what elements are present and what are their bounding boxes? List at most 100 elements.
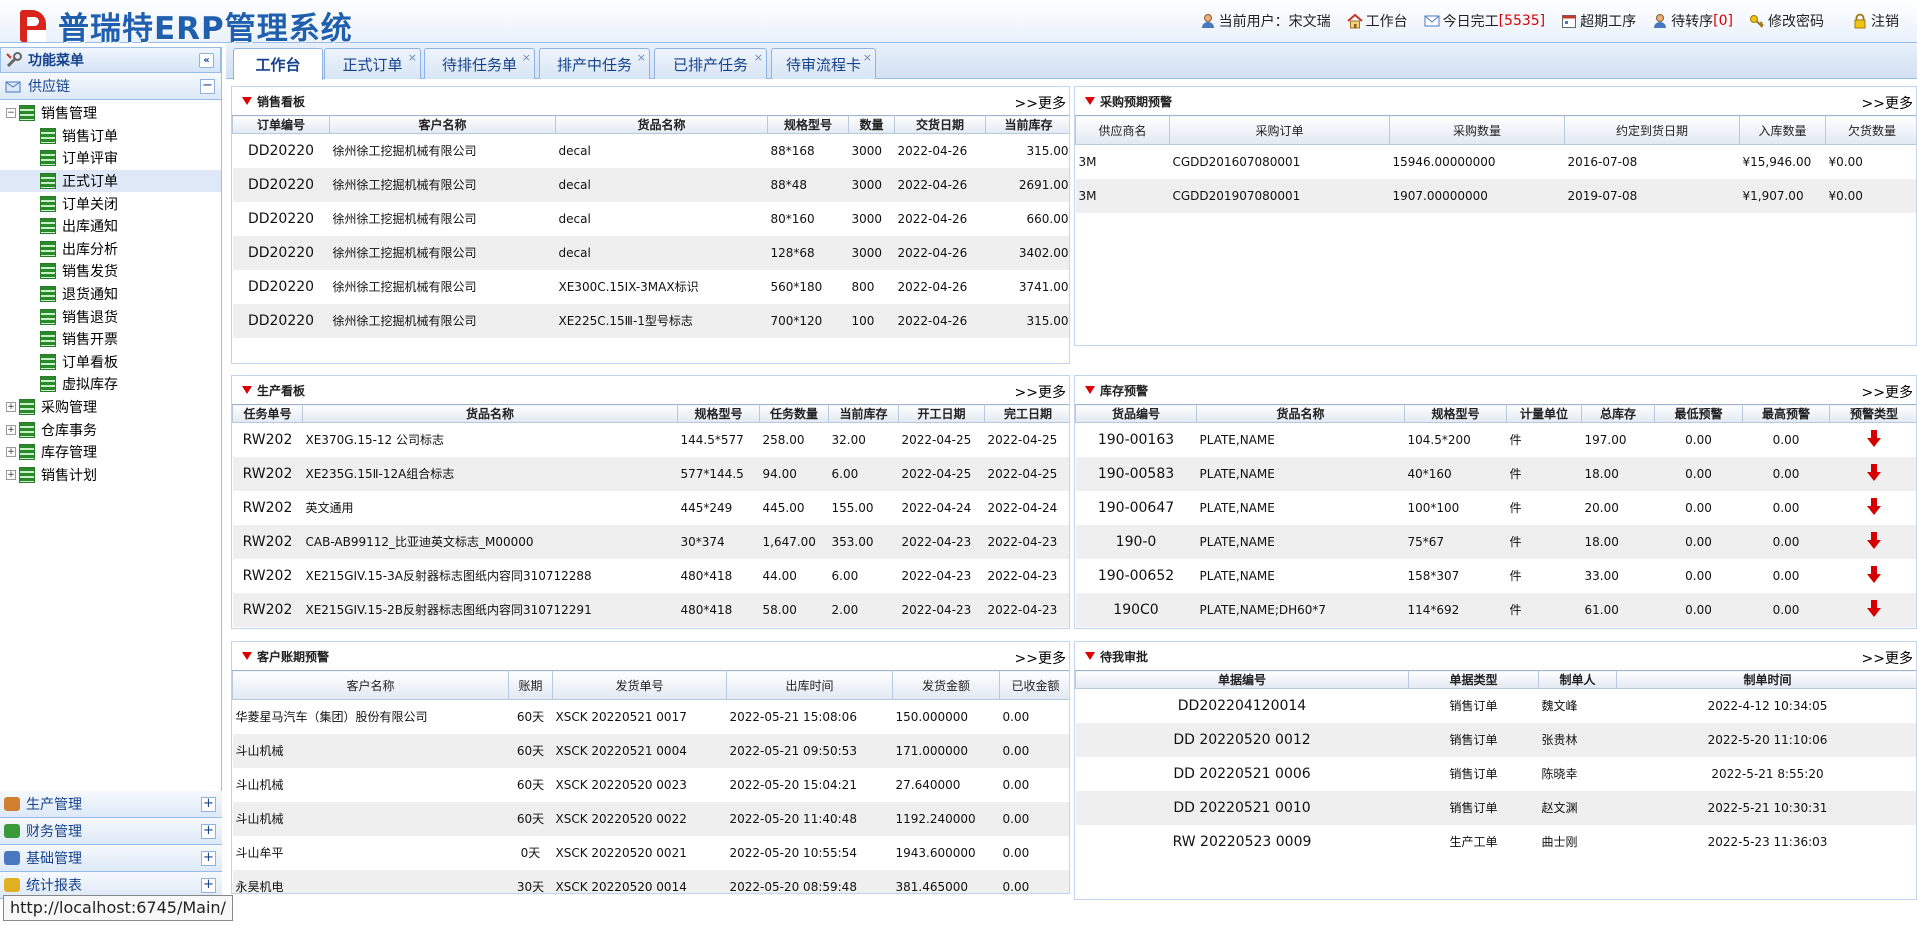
sidebar-item[interactable]: − 销售管理: [0, 102, 221, 125]
column-header[interactable]: 订单编号: [232, 115, 330, 134]
sidebar-item[interactable]: + 库存管理: [0, 441, 221, 464]
sidebar-item[interactable]: 出库分析: [0, 238, 221, 261]
table-row[interactable]: DD202204120014 销售订单 魏文峰 2022-4-12 10:34:05: [1076, 689, 1917, 723]
column-header[interactable]: 单据类型: [1408, 670, 1539, 689]
column-header[interactable]: 货品编号: [1075, 404, 1197, 423]
table-row[interactable]: 斗山牟平 0天 XSCK 20220520 0021 2022-05-20 10:55…: [233, 836, 1070, 870]
more-link[interactable]: >>更多: [1015, 93, 1066, 113]
sidebar-group-supply-chain[interactable]: 供应链 −: [0, 73, 221, 100]
column-header[interactable]: 当前库存: [828, 404, 899, 423]
column-header[interactable]: 客户名称: [329, 115, 556, 134]
tab-workbench[interactable]: 工作台: [233, 48, 323, 80]
column-header[interactable]: 开工日期: [898, 404, 985, 423]
collapse-triangle-icon[interactable]: [242, 386, 252, 394]
column-header[interactable]: 规格型号: [677, 404, 760, 423]
table-row[interactable]: 190-0 PLATE,NAME 75*67 件 18.00 0.00 0.00: [1075, 524, 1916, 559]
workbench-link[interactable]: 工作台: [1346, 11, 1408, 31]
sidebar-item[interactable]: 销售退货: [0, 305, 221, 328]
table-row[interactable]: RW202 XE235G.15Ⅱ-12A组合标志 577*144.5 94.00 6.0…: [232, 456, 1069, 491]
sidebar-item[interactable]: 出库通知: [0, 215, 221, 238]
more-link[interactable]: >>更多: [1862, 382, 1913, 402]
column-header[interactable]: 任务单号: [232, 404, 303, 423]
sidebar-item[interactable]: 订单关闭: [0, 192, 221, 215]
collapse-icon[interactable]: −: [6, 108, 16, 119]
table-row[interactable]: 190-00583 PLATE,NAME 40*160 件 18.00 0.00 0.00: [1075, 456, 1916, 491]
table-row[interactable]: RW 20220523 0009 生产工单 曲士刚 2022-5-23 11:36:0…: [1076, 825, 1917, 859]
sidebar-item[interactable]: + 仓库事务: [0, 418, 221, 441]
column-header[interactable]: 客户名称: [232, 670, 509, 700]
column-header[interactable]: 发货单号: [552, 670, 727, 700]
sidebar-item[interactable]: + 采购管理: [0, 396, 221, 419]
collapse-triangle-icon[interactable]: [242, 97, 252, 105]
sidebar-group[interactable]: 财务管理 +: [0, 818, 222, 845]
column-header[interactable]: 账期: [508, 670, 553, 700]
table-row[interactable]: DD 20220521 0010 销售订单 赵文渊 2022-5-21 10:30:3…: [1075, 790, 1916, 825]
column-header[interactable]: 制单时间: [1616, 670, 1916, 689]
table-row[interactable]: DD20220 徐州徐工挖掘机械有限公司 XE225C.15Ⅲ-1型号标志 700*1…: [232, 303, 1069, 338]
table-row[interactable]: RW202 XE370G.15-12 公司标志 144.5*577 258.00 32.…: [233, 423, 1070, 457]
close-icon[interactable]: ×: [637, 51, 646, 64]
column-header[interactable]: 完工日期: [984, 404, 1069, 423]
table-row[interactable]: 斗山机械 60天 XSCK 20220521 0004 2022-05-21 09:5…: [232, 733, 1069, 768]
more-link[interactable]: >>更多: [1862, 93, 1913, 113]
collapse-triangle-icon[interactable]: [1085, 97, 1095, 105]
table-row[interactable]: DD20220 徐州徐工挖掘机械有限公司 decal 128*68 3000 2022-0…: [232, 235, 1069, 270]
expand-icon[interactable]: +: [6, 424, 16, 435]
group-expand-toggle[interactable]: +: [201, 824, 216, 839]
close-icon[interactable]: ×: [754, 51, 763, 64]
column-header[interactable]: 约定到货日期: [1564, 115, 1740, 145]
sidebar-group[interactable]: 生产管理 +: [0, 791, 222, 818]
sidebar-group[interactable]: 基础管理 +: [0, 845, 222, 872]
column-header[interactable]: 采购数量: [1389, 115, 1565, 145]
table-row[interactable]: DD20220 徐州徐工挖掘机械有限公司 XE300C.15IX-3MAX标识 560…: [233, 270, 1070, 304]
sidebar-item[interactable]: + 销售计划: [0, 464, 221, 487]
column-header[interactable]: 已收金额: [999, 670, 1069, 700]
table-row[interactable]: 斗山机械 60天 XSCK 20220520 0022 2022-05-20 11:4…: [232, 801, 1069, 836]
group-collapse-toggle[interactable]: −: [200, 79, 215, 94]
column-header[interactable]: 最高预警: [1742, 404, 1830, 423]
sidebar-item[interactable]: 虚拟库存: [0, 373, 221, 396]
column-header[interactable]: 货品名称: [1196, 404, 1405, 423]
more-link[interactable]: >>更多: [1015, 382, 1066, 402]
group-expand-toggle[interactable]: +: [201, 878, 216, 893]
group-expand-toggle[interactable]: +: [201, 851, 216, 866]
table-row[interactable]: 190-00647 PLATE,NAME 100*100 件 20.00 0.00 0.00: [1076, 491, 1917, 525]
pending-transfer-link[interactable]: 待转序 [0]: [1652, 11, 1733, 31]
collapse-sidebar-button[interactable]: «: [199, 53, 214, 68]
column-header[interactable]: 总库存: [1581, 404, 1655, 423]
sidebar-item[interactable]: 销售订单: [0, 125, 221, 148]
overdue-link[interactable]: 超期工序: [1561, 11, 1636, 31]
column-header[interactable]: 最低预警: [1654, 404, 1743, 423]
column-header[interactable]: 供应商名: [1075, 115, 1170, 145]
table-row[interactable]: 斗山机械 60天 XSCK 20220520 0023 2022-05-20 15:0…: [233, 768, 1070, 802]
table-row[interactable]: RW202 XE215GIV.15-3A反射器标志图纸内容同310712288 48…: [233, 559, 1070, 593]
tab-item[interactable]: 已排产任务 ×: [654, 48, 767, 79]
more-link[interactable]: >>更多: [1862, 648, 1913, 668]
table-row[interactable]: 华菱星马汽车（集团）股份有限公司 60天 XSCK 20220521 0017 202…: [233, 700, 1070, 734]
column-header[interactable]: 发货金额: [892, 670, 1000, 700]
tab-item[interactable]: 正式订单 ×: [324, 48, 421, 79]
tab-item[interactable]: 待审流程卡 ×: [771, 48, 876, 79]
sidebar-item[interactable]: 订单评审: [0, 147, 221, 170]
sidebar-item[interactable]: 销售开票: [0, 328, 221, 351]
sidebar-item[interactable]: 销售发货: [0, 260, 221, 283]
table-row[interactable]: 3M CGDD201907080001 1907.00000000 2019-07-0…: [1075, 178, 1916, 213]
column-header[interactable]: 规格型号: [767, 115, 849, 134]
column-header[interactable]: 预警类型: [1829, 404, 1916, 423]
column-header[interactable]: 单据编号: [1075, 670, 1409, 689]
table-row[interactable]: DD20220 徐州徐工挖掘机械有限公司 decal 88*168 3000 2022-0…: [233, 134, 1070, 168]
today-done-link[interactable]: 今日完工 [5535]: [1424, 11, 1545, 31]
collapse-triangle-icon[interactable]: [1085, 652, 1095, 660]
collapse-triangle-icon[interactable]: [242, 652, 252, 660]
table-row[interactable]: DD20220 徐州徐工挖掘机械有限公司 decal 80*160 3000 2022-0…: [233, 202, 1070, 236]
logout-link[interactable]: 注销: [1852, 11, 1899, 31]
column-header[interactable]: 交货日期: [894, 115, 986, 134]
sidebar-item[interactable]: 退货通知: [0, 283, 221, 306]
sidebar-item[interactable]: 正式订单: [0, 169, 221, 193]
tab-item[interactable]: 待排任务单 ×: [424, 48, 535, 79]
table-row[interactable]: 3M CGDD201607080001 15946.00000000 2016-07-…: [1076, 145, 1917, 179]
close-icon[interactable]: ×: [863, 51, 872, 64]
column-header[interactable]: 货品名称: [302, 404, 678, 423]
table-row[interactable]: DD 20220521 0006 销售订单 陈晓幸 2022-5-21 8:55:20: [1076, 757, 1917, 791]
expand-icon[interactable]: +: [6, 402, 16, 413]
